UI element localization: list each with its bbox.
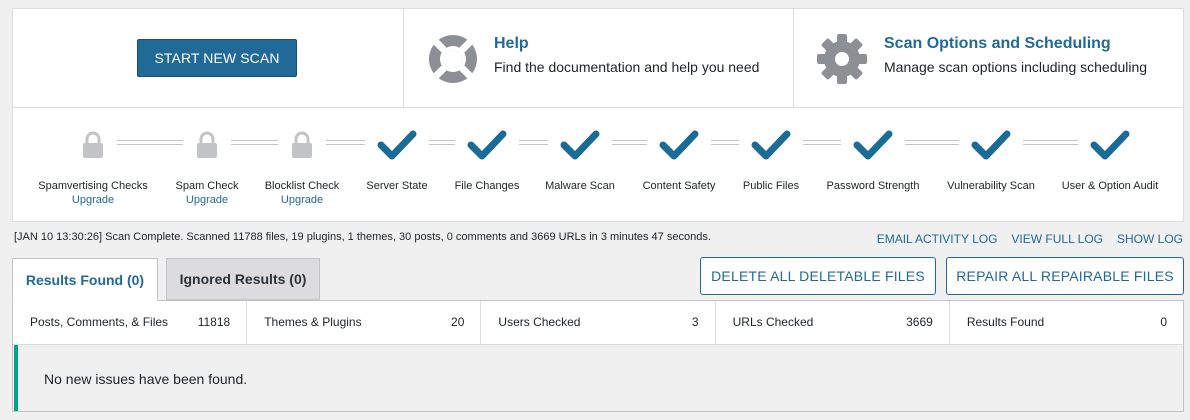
delete-all-deletable-files-button[interactable]: DELETE ALL DELETABLE FILES (700, 257, 936, 295)
summary-value: 20 (451, 315, 465, 329)
stage-label: File Changes (454, 180, 520, 192)
checkmark-icon (560, 128, 600, 162)
stage-connector (711, 140, 739, 145)
checkmark-icon (467, 128, 507, 162)
view-full-log-link[interactable]: VIEW FULL LOG (1011, 232, 1103, 246)
tab-ignored-results[interactable]: Ignored Results (0) (166, 258, 320, 300)
summary-value: 11818 (197, 315, 231, 329)
summary-label: Themes & Plugins (264, 315, 362, 329)
summary-users-checked: Users Checked 3 (481, 301, 716, 344)
results-summary: Posts, Comments, & Files 11818 Themes & … (13, 301, 1183, 345)
checkmark-icon (1090, 128, 1130, 162)
stage-connector (519, 140, 548, 145)
stage-label: Content Safety (642, 180, 716, 192)
stage-label: Spam Check (175, 180, 239, 192)
stage-connector (1023, 140, 1078, 145)
no-issues-notice: No new issues have been found. (14, 345, 1183, 411)
summary-label: Results Found (966, 315, 1045, 329)
summary-urls-checked: URLs Checked 3669 (716, 301, 950, 344)
help-link[interactable]: Help (494, 35, 529, 53)
lifebuoy-icon (429, 35, 477, 83)
upgrade-link[interactable]: Upgrade (281, 194, 323, 206)
stage-connector (905, 140, 959, 145)
stage-connector (612, 140, 647, 145)
scan-status-line: [JAN 10 13:30:26] Scan Complete. Scanned… (14, 231, 711, 243)
checkmark-icon (751, 128, 791, 162)
help-cell[interactable]: Help Find the documentation and help you… (404, 9, 794, 107)
summary-label: Users Checked (498, 315, 581, 329)
stage-label: Password Strength (826, 180, 920, 192)
log-links: EMAIL ACTIVITY LOG VIEW FULL LOG SHOW LO… (877, 232, 1183, 246)
gear-icon (817, 34, 867, 84)
upgrade-link[interactable]: Upgrade (72, 194, 114, 206)
stage-label: Server State (366, 180, 428, 192)
repair-all-repairable-files-button[interactable]: REPAIR ALL REPAIRABLE FILES (946, 257, 1184, 295)
summary-value: 0 (1160, 315, 1168, 329)
summary-themes-plugins: Themes & Plugins 20 (247, 301, 482, 344)
show-log-link[interactable]: SHOW LOG (1117, 232, 1183, 246)
summary-value: 3 (691, 315, 699, 329)
lock-icon (187, 128, 227, 162)
start-new-scan-button[interactable]: START NEW SCAN (137, 39, 297, 77)
stage-label: Vulnerability Scan (947, 180, 1035, 192)
summary-label: Posts, Comments, & Files (30, 315, 169, 329)
tab-results-found[interactable]: Results Found (0) (12, 258, 158, 301)
summary-label: URLs Checked (732, 315, 814, 329)
no-issues-message: No new issues have been found. (44, 371, 248, 387)
stage-connector (231, 140, 278, 145)
stage-label: User & Option Audit (1061, 180, 1159, 192)
stage-connector (326, 140, 365, 145)
checkmark-icon (377, 128, 417, 162)
checkmark-icon (659, 128, 699, 162)
summary-posts-files: Posts, Comments, & Files 11818 (13, 301, 248, 344)
lock-icon (73, 128, 113, 162)
results-panel: Posts, Comments, & Files 11818 Themes & … (12, 300, 1184, 412)
scan-options-cell[interactable]: Scan Options and Scheduling Manage scan … (794, 9, 1183, 107)
scan-overview-panel: START NEW SCAN Help Find the documentati… (12, 8, 1184, 222)
top-actions-row: START NEW SCAN Help Find the documentati… (13, 9, 1183, 108)
stage-connector (429, 140, 455, 145)
email-activity-log-link[interactable]: EMAIL ACTIVITY LOG (877, 232, 998, 246)
checkmark-icon (853, 128, 893, 162)
scan-options-description: Manage scan options including scheduling (884, 59, 1148, 75)
stage-connector (117, 140, 183, 145)
scan-options-link[interactable]: Scan Options and Scheduling (884, 35, 1111, 53)
stage-connector (803, 140, 841, 145)
stage-label: Blocklist Check (264, 180, 340, 192)
stage-label: Public Files (742, 180, 800, 192)
start-scan-cell: START NEW SCAN (13, 9, 404, 107)
scan-stages: Spamvertising Checks Upgrade Spam Check Upg… (13, 108, 1183, 222)
summary-results-found: Results Found 0 (950, 301, 1183, 344)
summary-value: 3669 (906, 315, 933, 329)
checkmark-icon (971, 128, 1011, 162)
stage-label: Malware Scan (545, 180, 615, 192)
stage-label: Spamvertising Checks (38, 180, 148, 192)
help-description: Find the documentation and help you need (494, 59, 760, 75)
lock-icon (282, 128, 322, 162)
upgrade-link[interactable]: Upgrade (186, 194, 228, 206)
